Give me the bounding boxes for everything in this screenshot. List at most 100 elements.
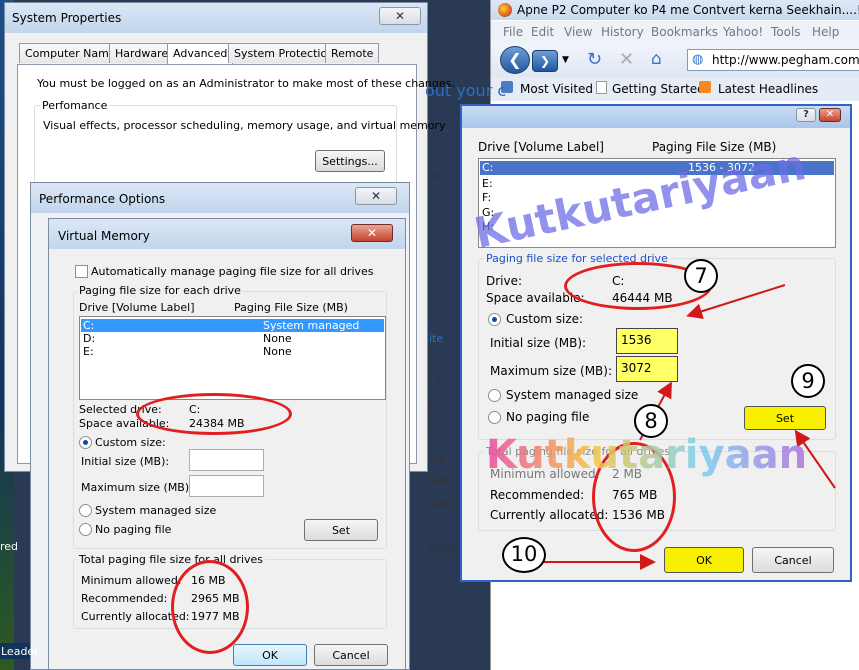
close-button[interactable]: ✕ [355,187,397,205]
list-item[interactable]: F: [480,191,834,204]
selected-drive-label: Selected drive: [79,403,162,416]
system-managed-label[interactable]: System managed size [95,504,216,517]
help-button[interactable]: ? [796,108,816,122]
list-item[interactable]: C: System managed [81,319,384,332]
no-paging-radio[interactable] [488,411,501,424]
no-paging-label[interactable]: No paging file [95,523,171,536]
space-available-label: Space available: [79,417,170,430]
system-managed-radio[interactable] [79,504,92,517]
max-size-input[interactable]: 3072 [616,356,678,382]
drive-list[interactable]: C: 1536 - 3072 E: F: G: H: [478,158,836,248]
page-bg-word: egi [429,451,446,464]
virtual-memory-window-right: ? ✕ Drive [Volume Label] Paging File Siz… [460,104,852,582]
page-bg-word: SAth [429,473,455,486]
ok-button[interactable]: OK [233,644,307,666]
drive-size: None [263,332,292,345]
menu-history[interactable]: History [601,25,644,39]
settings-button[interactable]: Settings... [315,150,385,172]
navigation-toolbar: ❮ ❯ ▼ ↻ ✕ ⌂ ◍ http://www.pegham.com/s [491,43,859,77]
home-icon[interactable]: ⌂ [651,49,662,69]
page-bg-word: s [429,434,435,447]
set-button[interactable]: Set [304,519,378,541]
recommended-label: Recommended: [490,488,585,502]
system-managed-radio[interactable] [488,389,501,402]
initial-size-label: Initial size (MB): [81,455,170,468]
bookmark-latest-headlines[interactable]: Latest Headlines [718,82,818,96]
back-button[interactable]: ❮ [500,46,530,74]
max-size-input[interactable] [189,475,264,497]
custom-size-label[interactable]: Custom size: [506,312,583,326]
space-available-label: Space available: [486,291,585,305]
drive-size: 1536 - 3072 [688,161,755,174]
min-allowed-label: Minimum allowed: [490,467,600,481]
rss-icon [699,81,711,93]
min-allowed-value: 16 MB [191,574,226,587]
page-bg-word: WOR [429,543,457,556]
tab-system-protection[interactable]: System Protection [228,43,341,63]
list-item[interactable]: E: [480,177,834,190]
drive-list[interactable]: C: System managed D: None E: None [79,316,386,400]
menu-bar: File Edit View History Bookmarks Yahoo! … [491,21,859,43]
no-paging-label[interactable]: No paging file [506,410,589,424]
drive-size: System managed [263,319,360,332]
tab-remote[interactable]: Remote [325,43,380,63]
selected-drive-value: C: [189,403,201,416]
cancel-button[interactable]: Cancel [314,644,388,666]
history-dropdown-icon[interactable]: ▼ [562,55,569,65]
stop-icon[interactable]: ✕ [619,49,634,70]
desktop-icon-label-leader[interactable]: Leader [0,643,39,659]
menu-file[interactable]: File [503,25,523,39]
initial-size-input[interactable] [189,449,264,471]
page-bg-word: nti [429,352,444,365]
menu-tools[interactable]: Tools [771,25,801,39]
tab-hardware[interactable]: Hardware [109,43,175,63]
tab-computer-name[interactable]: Computer Name [19,43,122,63]
space-available-value: 24384 MB [189,417,245,430]
list-item[interactable]: C: 1536 - 3072 [480,161,834,175]
list-item[interactable]: G: [480,206,834,219]
bookmark-most-visited[interactable]: Most Visited [520,82,593,96]
ok-button[interactable]: OK [664,547,744,573]
bookmark-getting-started[interactable]: Getting Started [612,82,705,96]
set-button[interactable]: Set [744,406,826,430]
initial-size-input[interactable]: 1536 [616,328,678,354]
no-paging-radio[interactable] [79,523,92,536]
page-icon [596,81,607,94]
drive-letter: C: [482,161,494,174]
window-title: System Properties [12,11,122,25]
max-size-label: Maximum size (MB): [81,481,193,494]
title-bar[interactable] [462,106,850,128]
drive-size: None [263,345,292,358]
max-size-label: Maximum size (MB): [490,364,613,378]
menu-yahoo[interactable]: Yahoo! [723,25,763,39]
step-number: 10 [502,537,546,573]
forward-button[interactable]: ❯ [532,50,558,72]
close-button[interactable]: ✕ [351,224,393,242]
firefox-icon [498,3,512,17]
globe-icon: ◍ [692,52,704,67]
menu-edit[interactable]: Edit [531,25,554,39]
close-button[interactable]: ✕ [819,108,841,122]
list-item[interactable]: D: None [81,332,384,345]
tab-advanced[interactable]: Advanced [167,43,234,65]
auto-manage-checkbox[interactable] [75,265,88,278]
desktop-icon-label[interactable]: red [0,540,18,553]
drive-letter: E: [482,177,493,190]
list-item[interactable]: E: None [81,345,384,358]
menu-bookmarks[interactable]: Bookmarks [651,25,718,39]
custom-size-radio[interactable] [79,436,92,449]
custom-size-radio[interactable] [488,313,501,326]
reload-icon[interactable]: ↻ [587,49,602,70]
custom-size-label[interactable]: Custom size: [95,436,166,449]
list-item[interactable]: H: [480,220,834,233]
menu-view[interactable]: View [564,25,592,39]
menu-help[interactable]: Help [812,25,839,39]
cancel-button[interactable]: Cancel [752,547,834,573]
system-managed-label[interactable]: System managed size [506,388,638,402]
close-button[interactable]: ✕ [379,7,421,25]
auto-manage-label[interactable]: Automatically manage paging file size fo… [91,265,374,278]
performance-group-title: Perfomance [40,99,110,112]
selected-drive-group-title: Paging file size for selected drive [484,252,670,265]
url-bar[interactable]: ◍ http://www.pegham.com/s [687,49,859,71]
column-drive: Drive [Volume Label] [79,301,195,314]
